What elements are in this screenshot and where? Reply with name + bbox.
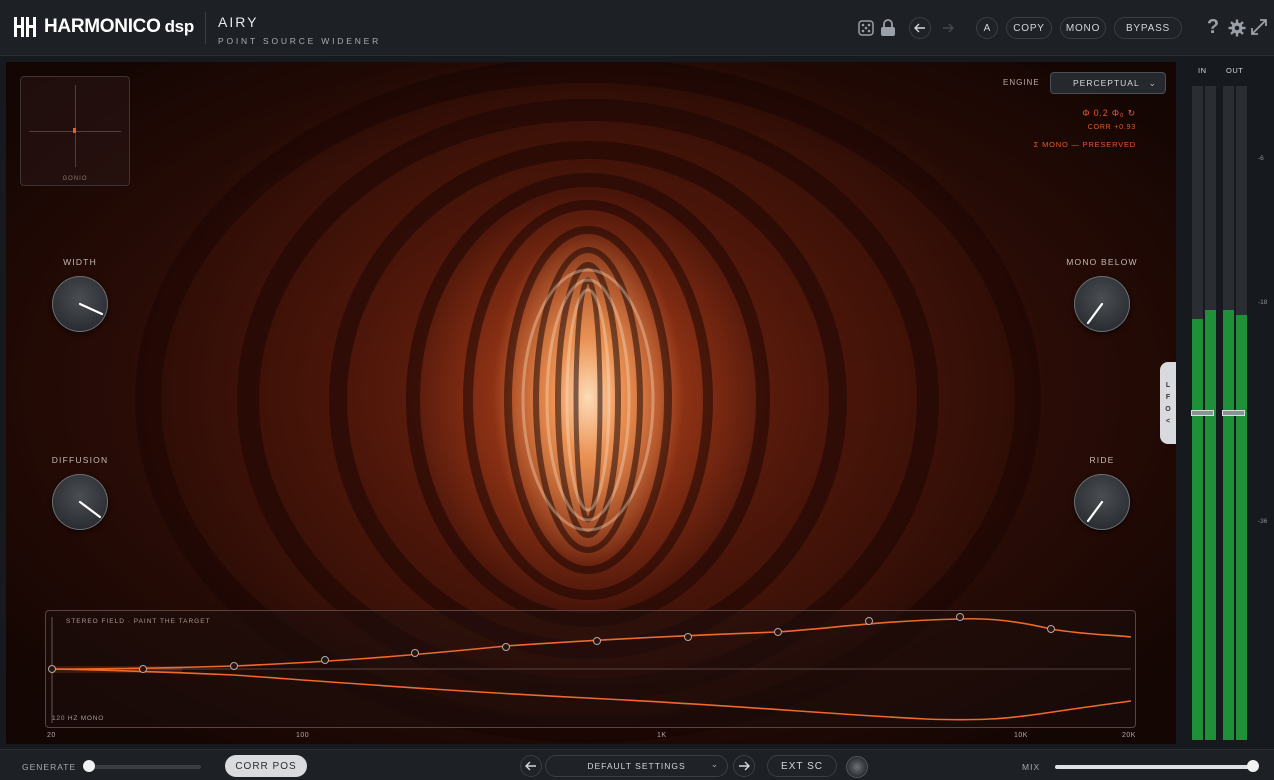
mono-status: Σ MONO — PRESERVED [1033,140,1136,149]
arrow-left-icon [914,23,925,33]
output-gain-fader[interactable] [1222,410,1245,416]
generate-label: GENERATE [22,762,77,772]
preset-next-button[interactable] [733,755,755,777]
corr-pos-button[interactable]: CORR POS [225,755,307,777]
preset-prev-button[interactable] [520,755,542,777]
harmonico-logo-icon [14,17,36,37]
input-gain-fader[interactable] [1191,410,1214,416]
arrow-right-icon [739,761,750,771]
curve-node[interactable] [684,633,692,641]
curve-node[interactable] [321,656,329,664]
generate-slider-thumb[interactable] [83,760,95,772]
preset-name: DEFAULT SETTINGS [587,761,686,771]
gear-icon[interactable] [1227,18,1247,38]
corr-readout: CORR +0.93 [1087,124,1136,131]
width-knob[interactable] [52,276,108,332]
plugin-name: AIRY [218,14,259,30]
brand-name: HARMONICO dsp [44,16,194,37]
chevron-down-icon: ⌄ [710,759,719,769]
mono-button[interactable]: MONO [1060,17,1106,39]
diffusion-knob[interactable] [52,474,108,530]
redo-button[interactable] [941,22,955,34]
db-tick: -6 [1258,155,1264,162]
mono-below-label: MONO BELOW [1066,257,1138,267]
stereo-field-editor[interactable]: STEREO FIELD · PAINT THE TARGET 120 HZ M… [45,610,1136,728]
bottom-bar: GENERATE CORR POS DEFAULT SETTINGS ⌄ EXT… [0,749,1274,780]
mono-below-knob[interactable] [1074,276,1130,332]
freq-tick: 1K [657,732,667,739]
goniometer: GONIO [20,76,130,186]
curve-node[interactable] [48,665,56,673]
phase-readout: Φ 0.2 Φ₀ ↻ [1082,108,1136,118]
level-meters: IN OUT [1184,62,1268,744]
ride-label: RIDE [1089,455,1115,465]
curve-node[interactable] [1047,625,1055,633]
freq-tick: 10K [1014,732,1028,739]
output-meter-label: OUT [1226,66,1244,75]
bypass-button[interactable]: BYPASS [1114,17,1182,39]
freq-tick: 20 [47,732,56,739]
ext-sc-button[interactable]: EXT SC [767,755,837,777]
lock-icon[interactable] [879,18,897,38]
input-meter-label: IN [1198,66,1207,75]
freq-tick: 20K [1122,732,1136,739]
divider [205,12,206,44]
undo-button[interactable] [909,17,931,39]
mix-slider[interactable] [1055,765,1253,769]
generate-slider[interactable] [86,765,201,769]
chevron-left-icon: < [1165,417,1171,425]
db-tick: -36 [1258,518,1268,525]
lfo-letter: L [1165,381,1171,389]
preset-select[interactable]: DEFAULT SETTINGS ⌄ [545,755,728,777]
sidechain-gain-knob[interactable] [846,756,868,778]
lfo-letter: O [1165,405,1171,413]
engine-select[interactable]: PERCEPTUAL ⌄ [1050,72,1166,94]
arrow-right-icon [943,23,954,33]
top-bar: HARMONICO dsp AIRY POINT SOURCE WIDENER A… [0,0,1274,56]
arrow-left-icon [525,761,536,771]
mix-slider-thumb[interactable] [1247,760,1259,772]
brand-logo: HARMONICO dsp [12,14,194,40]
curve-node[interactable] [956,613,964,621]
diffusion-label: DIFFUSION [51,455,109,465]
chevron-down-icon: ⌄ [1148,78,1157,88]
resize-expand-icon[interactable] [1250,18,1268,36]
lfo-letter: F [1165,393,1171,401]
curve-node[interactable] [865,617,873,625]
width-curve [48,613,1132,723]
engine-value: PERCEPTUAL [1073,78,1140,88]
width-label: WIDTH [63,257,97,267]
curve-node[interactable] [774,628,782,636]
curve-node[interactable] [502,643,510,651]
freq-tick: 100 [296,732,310,739]
curve-node[interactable] [230,662,238,670]
ride-knob[interactable] [1074,474,1130,530]
curve-node[interactable] [411,649,419,657]
ab-compare-button[interactable]: A [976,17,998,39]
curve-node[interactable] [139,665,147,673]
engine-label: ENGINE [1003,78,1040,87]
curve-node[interactable] [593,637,601,645]
help-icon[interactable]: ? [1205,16,1221,38]
mix-label: MIX [1022,762,1041,772]
db-tick: -18 [1258,299,1268,306]
goniometer-label: GONIO [62,176,88,182]
randomize-dice-icon[interactable] [857,19,875,37]
plugin-subtitle: POINT SOURCE WIDENER [218,36,382,46]
lfo-panel-toggle[interactable]: L F O < [1160,362,1176,444]
copy-button[interactable]: COPY [1006,17,1052,39]
